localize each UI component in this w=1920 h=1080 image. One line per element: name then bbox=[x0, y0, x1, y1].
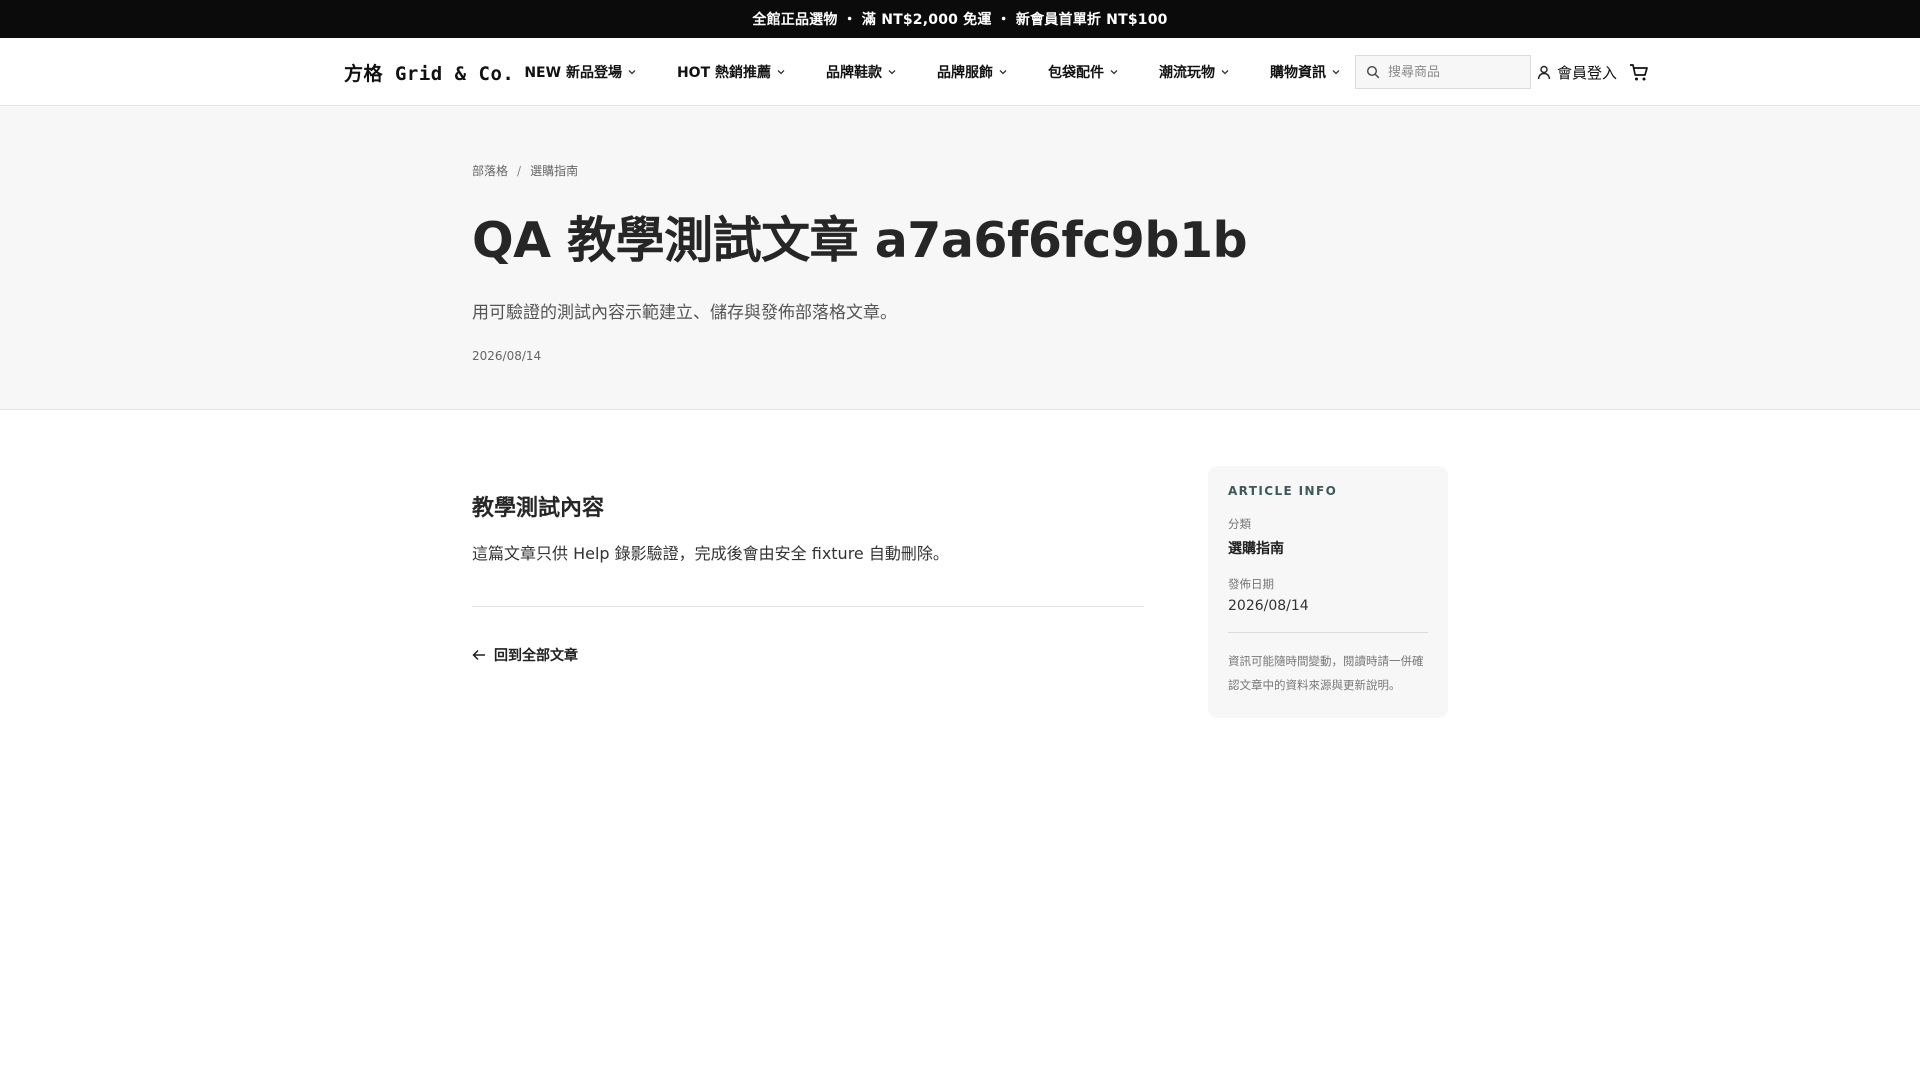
cart-button[interactable] bbox=[1629, 63, 1649, 82]
user-icon bbox=[1537, 65, 1551, 79]
nav-item-shopping-info[interactable]: 購物資訊 bbox=[1270, 62, 1341, 82]
publish-date-label: 發佈日期 bbox=[1228, 577, 1274, 591]
breadcrumb-blog-link[interactable]: 部落格 bbox=[472, 162, 508, 179]
article-paragraph: 這篇文章只供 Help 錄影驗證，完成後會由安全 fixture 自動刪除。 bbox=[472, 544, 949, 563]
nav-item-toys[interactable]: 潮流玩物 bbox=[1159, 62, 1230, 82]
article-content-area: 教學測試內容 這篇文章只供 Help 錄影驗證，完成後會由安全 fixture … bbox=[0, 410, 1920, 1010]
search-icon bbox=[1366, 65, 1380, 79]
article-hero: 部落格 / 選購指南 QA 教學測試文章 a7a6f6fc9b1b 用可驗證的測… bbox=[0, 106, 1920, 410]
arrow-left-icon bbox=[472, 649, 485, 661]
info-heading: ARTICLE INFO bbox=[1228, 484, 1338, 498]
page-title: QA 教學測試文章 a7a6f6fc9b1b bbox=[472, 212, 1248, 269]
article-divider bbox=[472, 606, 1144, 607]
nav-item-bags[interactable]: 包袋配件 bbox=[1048, 62, 1119, 82]
search-box[interactable] bbox=[1355, 55, 1531, 89]
announcement-bar: 全館正品選物 ・ 滿 NT$2,000 免運 ・ 新會員首單折 NT$100 bbox=[0, 0, 1920, 38]
nav-item-label: 潮流玩物 bbox=[1159, 65, 1215, 81]
breadcrumb-category-link[interactable]: 選購指南 bbox=[530, 162, 578, 179]
back-to-articles-link[interactable]: 回到全部文章 bbox=[472, 645, 1144, 665]
nav-item-label: 品牌鞋款 bbox=[826, 65, 882, 81]
category-value: 選購指南 bbox=[1228, 541, 1284, 557]
article-body: 教學測試內容 這篇文章只供 Help 錄影驗證，完成後會由安全 fixture … bbox=[472, 490, 1144, 665]
cart-icon bbox=[1630, 63, 1648, 80]
main-nav: NEW 新品登場 HOT 熱銷推薦 品牌鞋款 品牌服飾 包袋配件 潮流玩物 購物… bbox=[524, 62, 1341, 82]
article-info-card: ARTICLE INFO 分類 選購指南 發佈日期 2026/08/14 資訊可… bbox=[1208, 466, 1448, 718]
chevron-down-icon bbox=[628, 70, 636, 75]
article-date: 2026/08/14 bbox=[472, 349, 542, 363]
login-label: 會員登入 bbox=[1557, 63, 1618, 82]
chevron-down-icon bbox=[1221, 70, 1229, 75]
article-heading: 教學測試內容 bbox=[472, 496, 605, 521]
chevron-down-icon bbox=[1332, 70, 1340, 75]
article-subtitle: 用可驗證的測試內容示範建立、儲存與發佈部落格文章。 bbox=[472, 303, 897, 323]
nav-item-hot[interactable]: HOT 熱銷推薦 bbox=[677, 62, 786, 82]
category-label: 分類 bbox=[1228, 517, 1251, 531]
info-divider bbox=[1228, 632, 1428, 633]
nav-item-label: 品牌服飾 bbox=[937, 65, 993, 81]
nav-item-new[interactable]: NEW 新品登場 bbox=[524, 62, 637, 82]
search-input[interactable] bbox=[1388, 64, 1518, 80]
nav-item-label: HOT 熱銷推薦 bbox=[676, 65, 771, 81]
nav-item-apparel[interactable]: 品牌服飾 bbox=[937, 62, 1008, 82]
breadcrumb-separator: / bbox=[517, 163, 522, 178]
site-logo[interactable]: 方格 Grid & Co. bbox=[344, 59, 514, 86]
nav-item-label: 購物資訊 bbox=[1270, 65, 1326, 81]
chevron-down-icon bbox=[888, 70, 896, 75]
chevron-down-icon bbox=[777, 70, 785, 75]
nav-item-label: NEW 新品登場 bbox=[524, 65, 622, 81]
login-button[interactable]: 會員登入 bbox=[1537, 62, 1617, 83]
back-label: 回到全部文章 bbox=[494, 648, 578, 664]
nav-item-shoes[interactable]: 品牌鞋款 bbox=[826, 62, 897, 82]
publish-date-value: 2026/08/14 bbox=[1228, 598, 1309, 614]
chevron-down-icon bbox=[1110, 70, 1118, 75]
breadcrumb: 部落格 / 選購指南 bbox=[472, 162, 1372, 179]
nav-item-label: 包袋配件 bbox=[1048, 65, 1104, 81]
announcement-text: 全館正品選物 ・ 滿 NT$2,000 免運 ・ 新會員首單折 NT$100 bbox=[752, 12, 1168, 28]
site-header: 方格 Grid & Co. NEW 新品登場 HOT 熱銷推薦 品牌鞋款 品牌服… bbox=[0, 38, 1920, 106]
info-note: 資訊可能隨時間變動，閱讀時請一併確認文章中的資料來源與更新說明。 bbox=[1228, 654, 1424, 692]
chevron-down-icon bbox=[999, 70, 1007, 75]
